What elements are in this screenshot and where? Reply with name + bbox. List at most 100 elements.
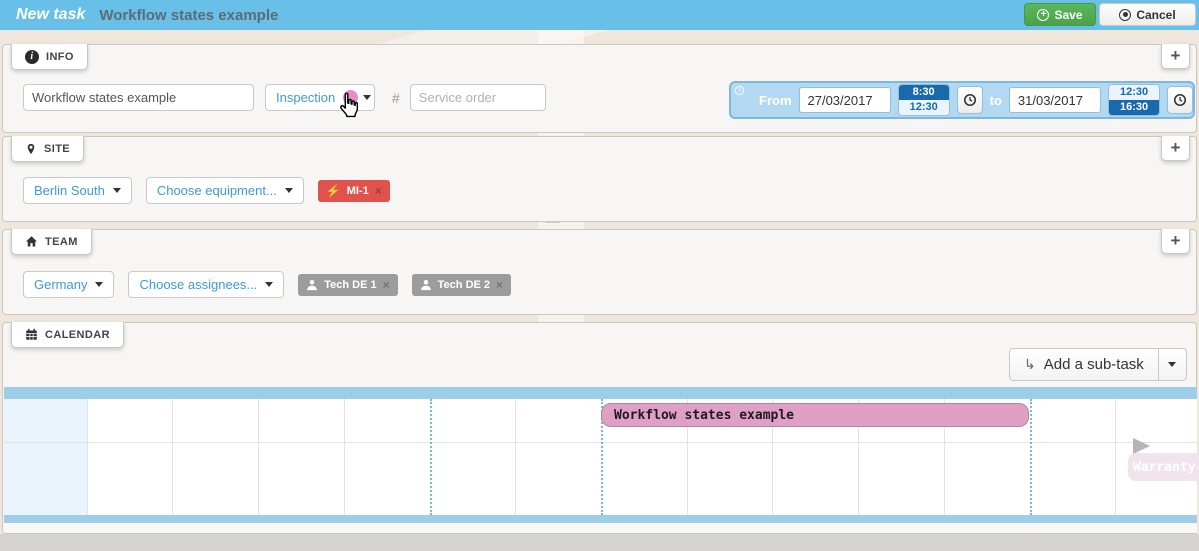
person-icon: [420, 279, 432, 291]
to-time-start[interactable]: 12:30: [1109, 85, 1159, 100]
person-icon: [306, 279, 318, 291]
assignee-tag[interactable]: Tech DE 1 ×: [298, 274, 397, 296]
add-subtask-label: Add a sub-task: [1044, 356, 1144, 373]
service-order-input[interactable]: [410, 84, 546, 111]
assignees-dropdown[interactable]: Choose assignees...: [128, 271, 284, 298]
assignee-tag-label: Tech DE 1: [324, 279, 376, 291]
team-tab: TEAM: [11, 229, 92, 255]
category-label: Inspection: [276, 90, 335, 105]
grid-line: [87, 399, 88, 515]
team-add-button[interactable]: +: [1161, 229, 1190, 254]
save-button[interactable]: Save: [1024, 3, 1096, 26]
equipment-dropdown[interactable]: Choose equipment...: [146, 177, 304, 204]
from-time-end[interactable]: 12:30: [899, 100, 949, 115]
site-dropdown-label: Berlin South: [34, 183, 105, 198]
calendar-grid[interactable]: Workflow states example Warranty: [4, 399, 1197, 515]
assignee-tag[interactable]: Tech DE 2 ×: [412, 274, 511, 296]
category-dropdown[interactable]: Inspection: [265, 84, 375, 111]
chevron-down-icon: [1168, 362, 1176, 367]
grid-line: [258, 399, 259, 515]
site-row: Berlin South Choose equipment... ⚡ MI-1 …: [23, 177, 390, 204]
equipment-tag-label: MI-1: [347, 185, 369, 197]
schedule-widget: From 8:30 12:30 to 12:30 16:30: [729, 81, 1195, 119]
calendar-tab-label: CALENDAR: [45, 329, 110, 341]
chevron-down-icon: [95, 282, 103, 287]
site-add-button[interactable]: +: [1161, 136, 1190, 161]
page-title: Workflow states example: [99, 7, 278, 24]
calendar-top-bar: [4, 387, 1197, 399]
team-row: Germany Choose assignees... Tech DE 1 × …: [23, 271, 511, 298]
to-date-input[interactable]: [1009, 87, 1101, 113]
save-label: Save: [1054, 8, 1082, 22]
page-type-label: New task: [16, 6, 85, 24]
warranty-label: Warranty: [1128, 453, 1199, 481]
to-label: to: [990, 93, 1002, 108]
remove-assignee-icon[interactable]: ×: [496, 278, 503, 292]
cancel-button[interactable]: Cancel: [1099, 3, 1196, 26]
remove-equipment-icon[interactable]: ×: [375, 184, 382, 198]
calendar-section: CALENDAR ↳ Add a sub-task Workflow state…: [2, 322, 1197, 534]
add-subtask-button[interactable]: ↳ Add a sub-task: [1009, 348, 1159, 381]
task-boundary-line: [1030, 399, 1032, 515]
new-task-page: New task Workflow states example Save Ca…: [0, 0, 1199, 551]
to-time-end[interactable]: 16:30: [1109, 100, 1159, 115]
grid-line: [344, 399, 345, 515]
calendar-icon: [25, 328, 38, 341]
info-tab-label: INFO: [46, 51, 74, 63]
info-add-button[interactable]: +: [1161, 44, 1190, 69]
chevron-down-icon: [265, 282, 273, 287]
home-icon: [25, 235, 38, 248]
from-time-selector: 8:30 12:30: [898, 84, 950, 116]
site-tab: SITE: [11, 136, 84, 162]
grid-line: [172, 399, 173, 515]
task-name-input[interactable]: [23, 84, 254, 111]
to-time-selector: 12:30 16:30: [1108, 84, 1160, 116]
site-dropdown[interactable]: Berlin South: [23, 177, 132, 204]
task-boundary-line: [430, 399, 432, 515]
info-section: i INFO + Inspection # From 8:30: [2, 44, 1197, 133]
site-section: SITE + Berlin South Choose equipment... …: [2, 136, 1197, 222]
info-icon: i: [25, 50, 39, 64]
calendar-footer-strip: [4, 523, 1197, 534]
add-subtask-caret-button[interactable]: [1159, 348, 1187, 381]
site-tab-label: SITE: [44, 143, 70, 155]
grid-line: [515, 399, 516, 515]
number-prefix: #: [392, 90, 400, 106]
clock-icon: [734, 85, 745, 96]
equipment-tag[interactable]: ⚡ MI-1 ×: [318, 180, 390, 202]
save-plus-icon: [1037, 9, 1049, 21]
chevron-down-icon: [363, 95, 371, 100]
grid-line: [1115, 399, 1116, 515]
cancel-icon: [1119, 9, 1131, 21]
category-color-dot: [343, 90, 358, 105]
calendar-bottom-bar: [4, 515, 1197, 523]
remove-assignee-icon[interactable]: ×: [383, 278, 390, 292]
to-time-picker-button[interactable]: [1167, 86, 1193, 114]
from-date-input[interactable]: [799, 87, 891, 113]
header-bar: New task Workflow states example Save Ca…: [0, 0, 1199, 30]
chevron-down-icon: [113, 188, 121, 193]
map-pin-icon: [25, 142, 37, 156]
team-dropdown[interactable]: Germany: [23, 271, 114, 298]
lightning-icon: ⚡: [326, 184, 341, 198]
non-working-day-column: [4, 399, 87, 515]
assignees-dropdown-label: Choose assignees...: [139, 277, 257, 292]
chevron-down-icon: [285, 188, 293, 193]
equipment-dropdown-label: Choose equipment...: [157, 183, 277, 198]
info-tab: i INFO: [11, 44, 88, 70]
from-time-picker-button[interactable]: [957, 86, 983, 114]
team-tab-label: TEAM: [45, 236, 78, 248]
cancel-label: Cancel: [1136, 8, 1175, 22]
subtask-arrow-icon: ↳: [1024, 356, 1036, 373]
add-subtask-split-button[interactable]: ↳ Add a sub-task: [1009, 348, 1187, 381]
page-footer: [0, 534, 1199, 551]
assignee-tag-label: Tech DE 2: [438, 279, 490, 291]
from-time-start[interactable]: 8:30: [899, 85, 949, 100]
team-dropdown-label: Germany: [34, 277, 87, 292]
calendar-tab: CALENDAR: [11, 322, 124, 348]
from-label: From: [759, 93, 792, 108]
gantt-task-bar[interactable]: Workflow states example: [601, 403, 1029, 427]
info-row: Inspection #: [23, 84, 546, 111]
warranty-marker-icon: [1133, 438, 1150, 454]
team-section: TEAM + Germany Choose assignees... Tech …: [2, 229, 1197, 315]
